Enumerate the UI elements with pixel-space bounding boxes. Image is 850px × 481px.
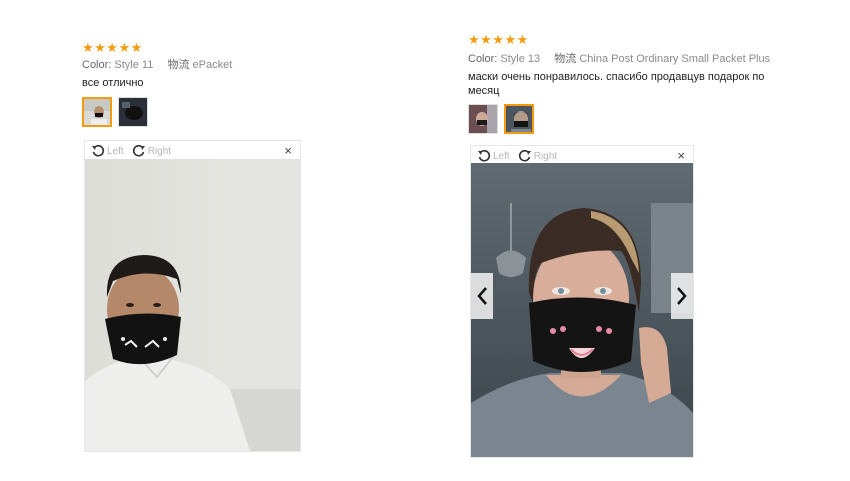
thumbnail-list [468,104,768,134]
chevron-right-icon [677,287,687,305]
image-viewer-2: Left Right × [470,145,694,458]
color-label: Color: [468,53,498,65]
review-card-2: ★★★★★ Color: Style 13 物流 China Post Ordi… [468,32,771,134]
viewer-toolbar: Left Right × [85,141,300,161]
rotate-right-label: Right [147,145,172,157]
thumbnail-2[interactable] [118,97,148,127]
rotate-right-icon [132,144,145,157]
chevron-left-icon [477,287,487,305]
color-value: Style 11 [114,59,154,71]
rotate-right-button[interactable]: Right [518,149,557,163]
review-meta: Color: Style 13 物流 China Post Ordinary S… [468,50,771,68]
thumbnail-image [84,99,110,125]
man-with-mask-image [85,159,300,451]
previous-image-button[interactable] [471,273,493,319]
rotate-left-button[interactable]: Left [91,144,124,158]
review-photo [85,159,300,451]
rotate-left-icon [478,149,491,162]
color-label: Color: [82,59,112,71]
color-value: Style 13 [500,53,541,65]
thumbnail-1[interactable] [82,97,112,127]
image-viewer-1: Left Right × [84,140,301,452]
shipping-value: China Post Ordinary Small Packet Plus [579,53,771,65]
thumbnail-image [469,105,497,133]
review-text-line-1: маски очень понравилось. спасибо продавц… [468,71,765,83]
woman-with-mask-image [471,163,693,457]
close-viewer-button[interactable]: × [677,148,685,163]
review-text: все отлично [82,77,144,89]
rotate-left-label: Left [107,145,124,157]
thumbnail-list [82,97,302,127]
thumbnail-image [119,98,147,126]
review-meta: Color: Style 11 物流 ePacket [82,56,302,74]
rating-stars: ★★★★★ [468,32,529,47]
shipping-value: ePacket [192,59,233,71]
thumbnail-2[interactable] [504,104,534,134]
review-text-line-2: месяц [468,85,500,97]
rotate-right-label: Right [533,150,558,162]
rotate-left-button[interactable]: Left [477,149,510,163]
rotate-left-label: Left [493,150,510,162]
rotate-left-icon [92,144,105,157]
thumbnail-image [506,106,532,132]
close-viewer-button[interactable]: × [284,143,292,158]
shipping-label: 物流 [167,59,190,71]
review-photo [471,163,693,457]
shipping-label: 物流 [554,53,577,65]
rotate-right-icon [518,149,531,162]
thumbnail-1[interactable] [468,104,498,134]
rating-stars: ★★★★★ [82,40,143,55]
next-image-button[interactable] [671,273,693,319]
rotate-right-button[interactable]: Right [132,144,171,158]
review-card-1: ★★★★★ Color: Style 11 物流 ePacket все отл… [82,40,302,127]
review-text: маски очень понравилось. спасибо продавц… [468,70,768,98]
